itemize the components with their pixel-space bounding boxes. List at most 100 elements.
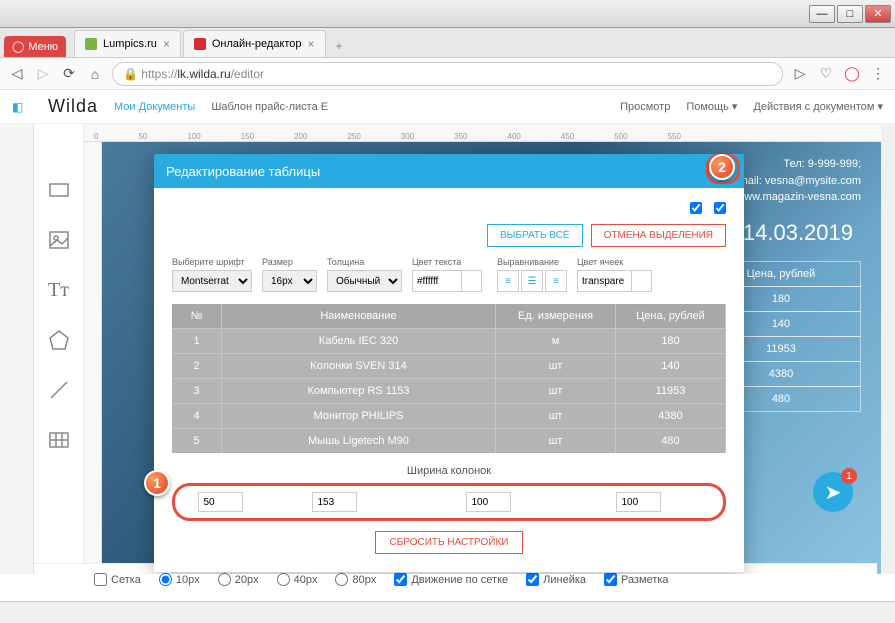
checkbox-1[interactable] xyxy=(690,202,702,214)
address-bar: ◁ ▷ ⟳ ⌂ 🔒 https://lk.wilda.ru/editor ▷ ♡… xyxy=(0,58,895,90)
scrollbar-vertical[interactable] xyxy=(881,124,895,574)
window-maximize[interactable]: □ xyxy=(837,5,863,23)
window-titlebar: — □ ✕ xyxy=(0,0,895,28)
left-gutter xyxy=(0,124,34,574)
grid-toggle[interactable]: Сетка xyxy=(94,573,141,586)
help-menu[interactable]: Помощь ▾ xyxy=(686,100,737,113)
grid-40px[interactable]: 40px xyxy=(277,573,318,586)
weight-select[interactable]: Обычный xyxy=(327,270,402,292)
bookmark-icon[interactable]: ♡ xyxy=(817,65,835,83)
callout-2: 2 xyxy=(709,154,735,180)
width-input-2[interactable] xyxy=(312,492,357,512)
browser-tab-strip: ◯ Меню Lumpics.ru × Онлайн-редактор × + xyxy=(0,28,895,58)
ruler-vertical xyxy=(84,142,102,574)
vpn-icon[interactable]: ▷ xyxy=(791,65,809,83)
preview-link[interactable]: Просмотр xyxy=(620,101,670,113)
table-header-row: № Наименование Ед. измерения Цена, рубле… xyxy=(172,304,726,328)
layout-toggle[interactable]: Разметка xyxy=(604,573,669,586)
line-tool-icon[interactable] xyxy=(43,374,75,406)
weight-label: Толщина xyxy=(327,257,402,267)
doc-date: 14.03.2019 xyxy=(743,220,853,246)
favicon-icon xyxy=(85,38,97,50)
grid-10px[interactable]: 10px xyxy=(159,573,200,586)
width-input-3[interactable] xyxy=(466,492,511,512)
modal-header: Редактирование таблицы ✕ xyxy=(154,154,744,188)
ruler-horizontal: 050100150200250300350400450500550 xyxy=(84,124,881,142)
edit-table: № Наименование Ед. измерения Цена, рубле… xyxy=(172,304,726,453)
color-label: Цвет текста xyxy=(412,257,487,267)
grid-20px[interactable]: 20px xyxy=(218,573,259,586)
my-documents-link[interactable]: Мои Документы xyxy=(114,101,195,113)
canvas[interactable]: 050100150200250300350400450500550 МАГАЗИ… xyxy=(84,124,881,574)
color-swatch[interactable] xyxy=(462,270,482,292)
column-widths-label: Ширина колонок xyxy=(172,465,726,477)
modal-title: Редактирование таблицы xyxy=(166,164,320,179)
cellcolor-label: Цвет ячеек xyxy=(577,257,657,267)
reload-icon[interactable]: ⟳ xyxy=(60,65,78,83)
checkbox-2[interactable] xyxy=(714,202,726,214)
notification-badge: 1 xyxy=(841,468,857,484)
ruler-toggle[interactable]: Линейка xyxy=(526,573,586,586)
reset-button[interactable]: СБРОСИТЬ НАСТРОЙКИ xyxy=(375,531,524,554)
text-color-input[interactable] xyxy=(412,270,462,292)
align-left-icon[interactable]: ≡ xyxy=(497,270,519,292)
th[interactable]: № xyxy=(172,304,222,328)
callout-1: 1 xyxy=(144,470,170,496)
opera-icon: ◯ xyxy=(12,40,24,53)
table-tool-icon[interactable] xyxy=(43,424,75,456)
doc-actions-menu[interactable]: Действия с документом ▾ xyxy=(753,100,883,113)
font-select[interactable]: Montserrat xyxy=(172,270,252,292)
snap-toggle[interactable]: Движение по сетке xyxy=(394,573,508,586)
text-tool-icon[interactable]: Tт xyxy=(43,274,75,306)
tab-close-icon[interactable]: × xyxy=(308,37,315,51)
align-center-icon[interactable]: ☰ xyxy=(521,270,543,292)
window-close[interactable]: ✕ xyxy=(865,5,891,23)
app-icon: ◧ xyxy=(12,100,32,114)
favicon-icon xyxy=(194,38,206,50)
th[interactable]: Цена, рублей xyxy=(616,304,726,328)
window-minimize[interactable]: — xyxy=(809,5,835,23)
breadcrumb: Шаблон прайс-листа Е xyxy=(211,101,328,113)
wilda-logo[interactable]: Wilda xyxy=(48,96,98,117)
cell-color-swatch[interactable] xyxy=(632,270,652,292)
rectangle-tool-icon[interactable] xyxy=(43,174,75,206)
size-select[interactable]: 16px xyxy=(262,270,317,292)
url-field[interactable]: 🔒 https://lk.wilda.ru/editor xyxy=(112,62,783,86)
edit-table-modal: Редактирование таблицы ✕ ВЫБРАТЬ ВСЁ ОТМ… xyxy=(154,154,744,572)
home-icon[interactable]: ⌂ xyxy=(86,65,104,83)
select-all-button[interactable]: ВЫБРАТЬ ВСЁ xyxy=(487,224,583,247)
doc-contacts: Тел: 9-999-999; E-mail: vesna@mysite.com… xyxy=(728,156,861,206)
tab-close-icon[interactable]: × xyxy=(163,37,170,51)
opera-menu-button[interactable]: ◯ Меню xyxy=(4,36,66,57)
image-tool-icon[interactable] xyxy=(43,224,75,256)
tab-lumpics[interactable]: Lumpics.ru × xyxy=(74,30,181,57)
new-tab-button[interactable]: + xyxy=(328,35,351,57)
table-row: 1Кабель IEC 320м180 xyxy=(172,328,726,353)
cell-color-input[interactable] xyxy=(577,270,632,292)
width-input-4[interactable] xyxy=(616,492,661,512)
align-label: Выравнивание xyxy=(497,257,567,267)
deselect-button[interactable]: ОТМЕНА ВЫДЕЛЕНИЯ xyxy=(591,224,726,247)
tab-label: Онлайн-редактор xyxy=(212,38,302,50)
paper-plane-icon: ➤ xyxy=(825,480,842,505)
width-input-1[interactable] xyxy=(198,492,243,512)
telegram-button[interactable]: ➤ 1 xyxy=(813,472,853,512)
th[interactable]: Наименование xyxy=(222,304,496,328)
th[interactable]: Ед. измерения xyxy=(496,304,616,328)
tab-label: Lumpics.ru xyxy=(103,38,157,50)
tools-panel: Tт xyxy=(34,124,84,574)
opera-menu-label: Меню xyxy=(28,41,58,53)
forward-icon[interactable]: ▷ xyxy=(34,65,52,83)
table-row: 4Монитор PHILIPSшт4380 xyxy=(172,403,726,428)
shape-tool-icon[interactable] xyxy=(43,324,75,356)
opera-badge-icon[interactable]: ◯ xyxy=(843,65,861,83)
lock-icon: 🔒 xyxy=(123,67,138,81)
align-right-icon[interactable]: ≡ xyxy=(545,270,567,292)
back-icon[interactable]: ◁ xyxy=(8,65,26,83)
table-row: 2Колонки SVEN 314шт140 xyxy=(172,353,726,378)
browser-status-bar xyxy=(0,601,895,623)
extensions-icon[interactable]: ⋮ xyxy=(869,65,887,83)
tab-editor[interactable]: Онлайн-редактор × xyxy=(183,30,326,57)
grid-80px[interactable]: 80px xyxy=(335,573,376,586)
font-label: Выберите шрифт xyxy=(172,257,252,267)
